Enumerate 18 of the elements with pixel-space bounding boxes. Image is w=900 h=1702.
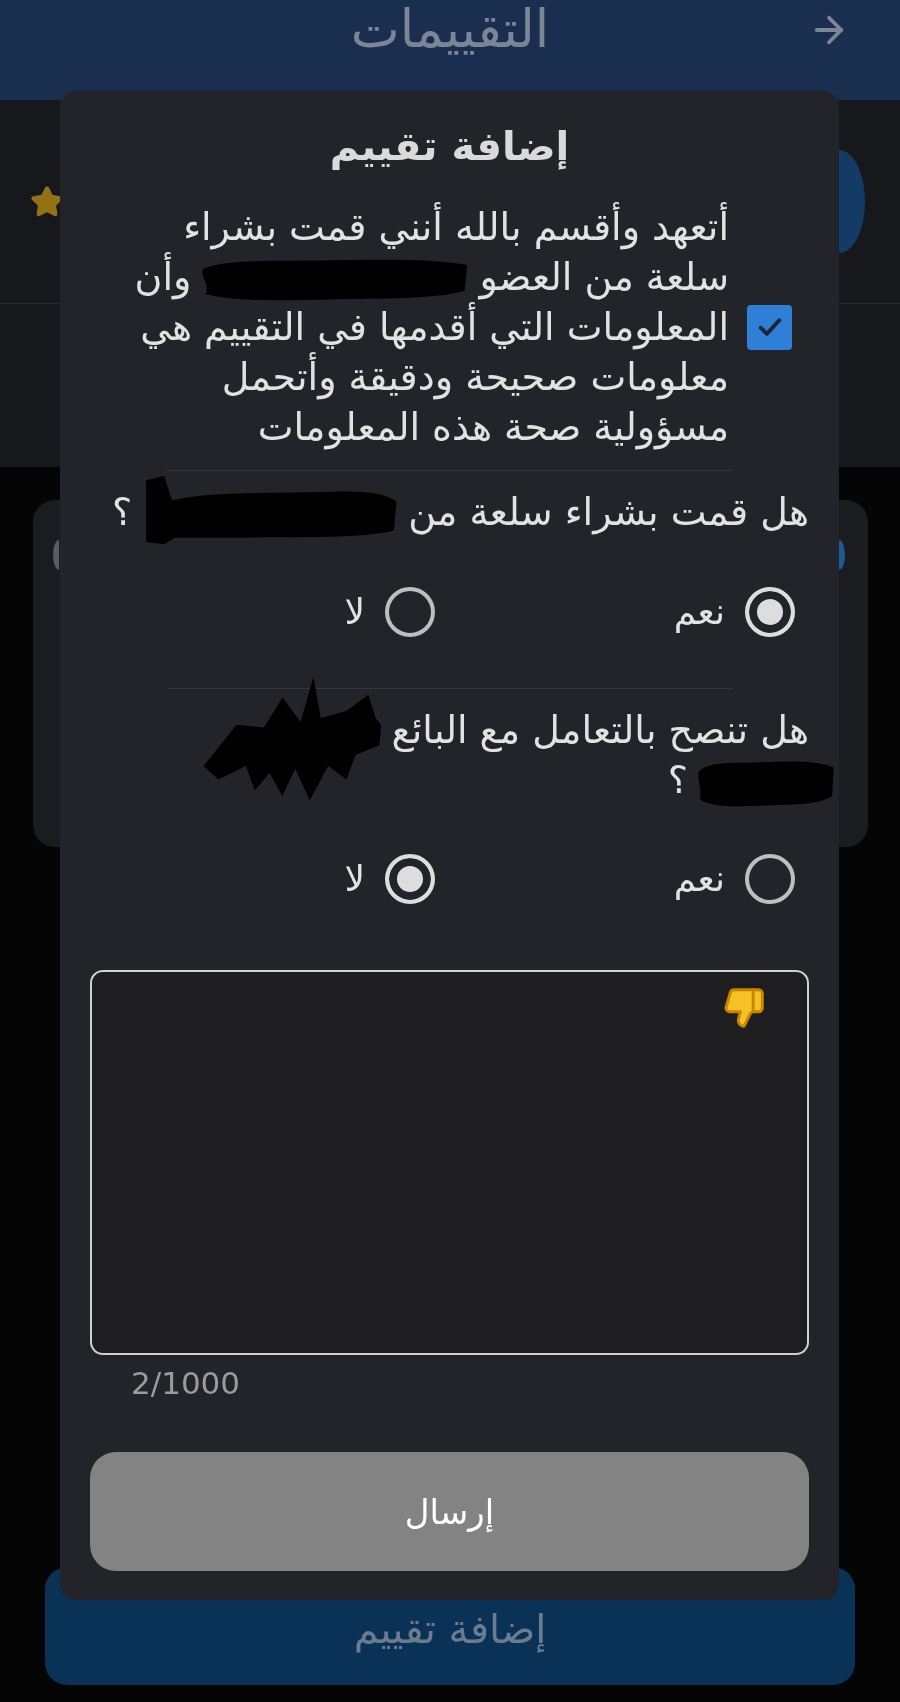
question-text: ؟ — [111, 490, 133, 534]
question-text: هل قمت بشراء سلعة من — [408, 490, 809, 534]
radio-button[interactable] — [745, 587, 795, 637]
radio-button[interactable] — [385, 587, 435, 637]
radio-button[interactable] — [385, 854, 435, 904]
thumbs-down-icon — [722, 986, 766, 1030]
checkbox[interactable] — [747, 304, 792, 350]
consent-text: سلعة من العضو — [479, 255, 729, 299]
radio-label[interactable]: نعم — [673, 587, 725, 637]
radio-label[interactable]: لا — [344, 587, 365, 637]
question-text: هل تنصح بالتعامل مع البائع — [391, 708, 809, 752]
character-counter: 2/1000 — [131, 1366, 241, 1400]
radio-button[interactable] — [745, 854, 795, 904]
radio-label[interactable]: نعم — [673, 854, 725, 904]
radio-label[interactable]: لا — [344, 854, 365, 904]
dialog-title: إضافة تقييم — [329, 124, 570, 168]
page-title: التقييمات — [350, 0, 550, 58]
question-text: ؟ — [667, 758, 688, 802]
